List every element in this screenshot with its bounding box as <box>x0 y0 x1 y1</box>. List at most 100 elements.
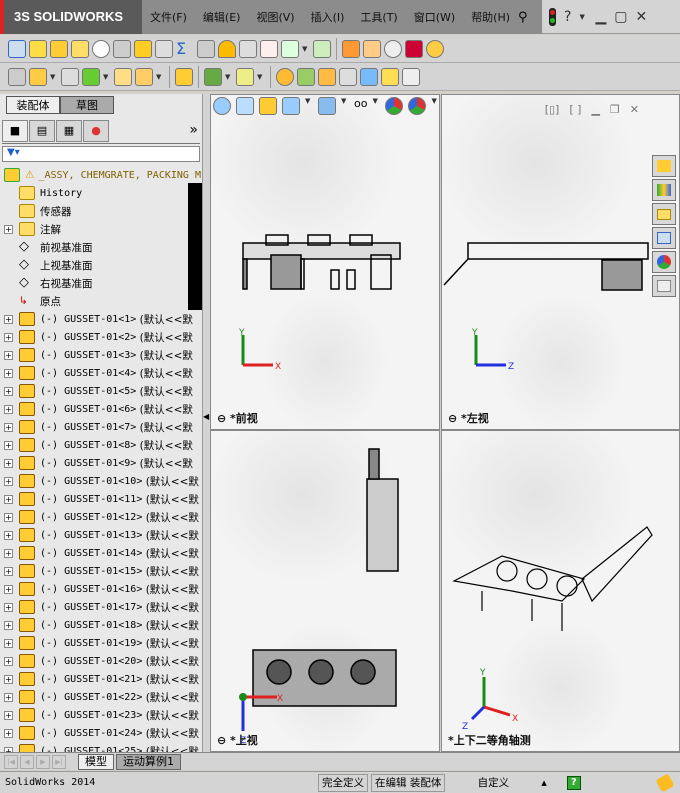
tree-item-gusset[interactable]: + (-) GUSSET-01<7> (默认<<默 <box>0 418 202 436</box>
expand-icon[interactable]: + <box>4 602 13 612</box>
move-component-icon[interactable] <box>135 67 153 86</box>
tab-assembly[interactable]: 装配体 <box>6 96 60 114</box>
expand-icon[interactable]: + <box>4 512 13 522</box>
menu-help[interactable]: 帮助(H) <box>463 9 518 25</box>
bill-of-materials-icon[interactable] <box>297 67 315 86</box>
assembly-feature-icon[interactable] <box>204 67 222 86</box>
viewport-left[interactable]: [▯][ ] ▁ ❐ ✕ YZ ⊖ *左视 <box>441 94 680 430</box>
expand-tabs-button[interactable]: » <box>189 122 198 138</box>
chevron-down-icon[interactable]: ▼ <box>225 73 233 81</box>
expand-icon[interactable]: + <box>4 350 13 360</box>
thickness-icon[interactable] <box>363 39 381 58</box>
expand-icon[interactable]: + <box>4 440 13 450</box>
section-properties-icon[interactable] <box>71 39 89 58</box>
tree-root[interactable]: ⚠ _ASSY, CHEMGRATE, PACKING M <box>0 166 202 184</box>
insert-component-icon[interactable] <box>8 67 26 86</box>
expand-icon[interactable]: + <box>4 584 13 594</box>
maximize-icon[interactable]: ▢ <box>614 9 627 25</box>
tree-item-gusset[interactable]: + (-) GUSSET-01<10> (默认<<默 <box>0 472 202 490</box>
tree-item-gusset[interactable]: + (-) GUSSET-01<5> (默认<<默 <box>0 382 202 400</box>
tree-item-gusset[interactable]: + (-) GUSSET-01<20> (默认<<默 <box>0 652 202 670</box>
menu-file[interactable]: 文件(F) <box>142 9 195 25</box>
symmetry-check-icon[interactable] <box>384 39 402 58</box>
tree-item-gusset[interactable]: + (-) GUSSET-01<1> (默认<<默 <box>0 310 202 328</box>
design-library-icon[interactable] <box>652 179 676 201</box>
expand-icon[interactable]: + <box>4 710 13 720</box>
tree-item-gusset[interactable]: + (-) GUSSET-01<8> (默认<<默 <box>0 436 202 454</box>
tree-item-gusset[interactable]: + (-) GUSSET-01<15> (默认<<默 <box>0 562 202 580</box>
tree-item-gusset[interactable]: + (-) GUSSET-01<11> (默认<<默 <box>0 490 202 508</box>
chevron-down-icon[interactable]: ▼ <box>579 13 587 21</box>
sensor-icon[interactable] <box>113 39 131 58</box>
alert-bell-icon[interactable] <box>218 39 236 58</box>
help-icon[interactable]: ? <box>566 775 581 790</box>
property-manager-tab-icon[interactable]: ▤ <box>29 120 55 142</box>
tree-item[interactable]: ◇ 前视基准面 <box>0 238 202 256</box>
expand-icon[interactable]: + <box>4 566 13 576</box>
view-palette-icon[interactable] <box>652 227 676 249</box>
update-speedpak-icon[interactable] <box>381 67 399 86</box>
show-hidden-icon[interactable] <box>175 67 193 86</box>
geometry-analysis-icon[interactable] <box>342 39 360 58</box>
menu-window[interactable]: 窗口(W) <box>406 9 463 25</box>
expand-icon[interactable]: + <box>4 386 13 396</box>
spellcheck-icon[interactable] <box>8 39 26 58</box>
tree-item-gusset[interactable]: + (-) GUSSET-01<9> (默认<<默 <box>0 454 202 472</box>
tab-model[interactable]: 模型 <box>78 753 114 770</box>
tree-item[interactable]: History <box>0 184 202 202</box>
expand-icon[interactable]: + <box>4 692 13 702</box>
pushpin-icon[interactable]: ⚲ <box>518 10 528 25</box>
check-disabled-icon[interactable] <box>155 39 173 58</box>
expand-icon[interactable]: + <box>4 314 13 324</box>
first-tab-icon[interactable]: |◀ <box>4 754 18 769</box>
compare-icon[interactable] <box>405 39 423 58</box>
close-icon[interactable]: ✕ <box>635 9 647 25</box>
tree-item-gusset[interactable]: + (-) GUSSET-01<25> (默认<<默 <box>0 742 202 752</box>
explode-line-icon[interactable] <box>339 67 357 86</box>
tree-item-gusset[interactable]: + (-) GUSSET-01<23> (默认<<默 <box>0 706 202 724</box>
expand-icon[interactable]: + <box>4 368 13 378</box>
menu-view[interactable]: 视图(V) <box>248 9 302 25</box>
chevron-down-icon[interactable]: ▼ <box>103 73 111 81</box>
tree-item[interactable]: 传感器 <box>0 202 202 220</box>
hole-alignment-icon[interactable] <box>260 39 278 58</box>
last-tab-icon[interactable]: ▶| <box>52 754 66 769</box>
prev-tab-icon[interactable]: ◀ <box>20 754 34 769</box>
snapshot-icon[interactable] <box>402 67 420 86</box>
expand-icon[interactable]: + <box>4 224 13 234</box>
expand-icon[interactable]: + <box>4 548 13 558</box>
display-manager-tab-icon[interactable]: ● <box>83 120 109 142</box>
smart-fasteners-icon[interactable] <box>114 67 132 86</box>
expand-icon[interactable]: + <box>4 530 13 540</box>
menu-edit[interactable]: 编辑(E) <box>195 9 249 25</box>
configuration-manager-tab-icon[interactable]: ▦ <box>56 120 82 142</box>
exploded-view-icon[interactable] <box>318 67 336 86</box>
tree-item-gusset[interactable]: + (-) GUSSET-01<13> (默认<<默 <box>0 526 202 544</box>
chevron-down-icon[interactable]: ▼ <box>156 73 164 81</box>
tab-motion-study[interactable]: 运动算例1 <box>116 753 181 770</box>
expand-icon[interactable]: + <box>4 620 13 630</box>
viewport-isometric[interactable]: Y X Z *上下二等角轴测 <box>441 430 680 752</box>
mass-properties-icon[interactable] <box>50 39 68 58</box>
expand-icon[interactable]: + <box>4 458 13 468</box>
expand-icon[interactable]: + <box>4 476 13 486</box>
tree-item-gusset[interactable]: + (-) GUSSET-01<19> (默认<<默 <box>0 634 202 652</box>
excel-table-icon[interactable] <box>313 39 331 58</box>
tree-item-gusset[interactable]: + (-) GUSSET-01<6> (默认<<默 <box>0 400 202 418</box>
solidworks-logo[interactable]: 3S SOLIDWORKS <box>0 0 142 34</box>
tab-sketch[interactable]: 草图 <box>60 96 114 114</box>
viewport-top[interactable]: XZ ⊖ *上视 <box>210 430 440 752</box>
reference-geometry-icon[interactable] <box>236 67 254 86</box>
chevron-down-icon[interactable]: ▼ <box>302 45 310 53</box>
filter-icon[interactable]: ▼▾ <box>2 146 200 162</box>
traffic-light-icon[interactable] <box>549 8 556 26</box>
next-tab-icon[interactable]: ▶ <box>36 754 50 769</box>
tree-item-gusset[interactable]: + (-) GUSSET-01<17> (默认<<默 <box>0 598 202 616</box>
tree-item-gusset[interactable]: + (-) GUSSET-01<22> (默认<<默 <box>0 688 202 706</box>
expand-icon[interactable]: + <box>4 656 13 666</box>
expand-icon[interactable]: + <box>4 728 13 738</box>
tree-item-gusset[interactable]: + (-) GUSSET-01<18> (默认<<默 <box>0 616 202 634</box>
chevron-down-icon[interactable]: ▼ <box>257 73 265 81</box>
tree-item-gusset[interactable]: + (-) GUSSET-01<16> (默认<<默 <box>0 580 202 598</box>
new-motion-study-icon[interactable] <box>276 67 294 86</box>
